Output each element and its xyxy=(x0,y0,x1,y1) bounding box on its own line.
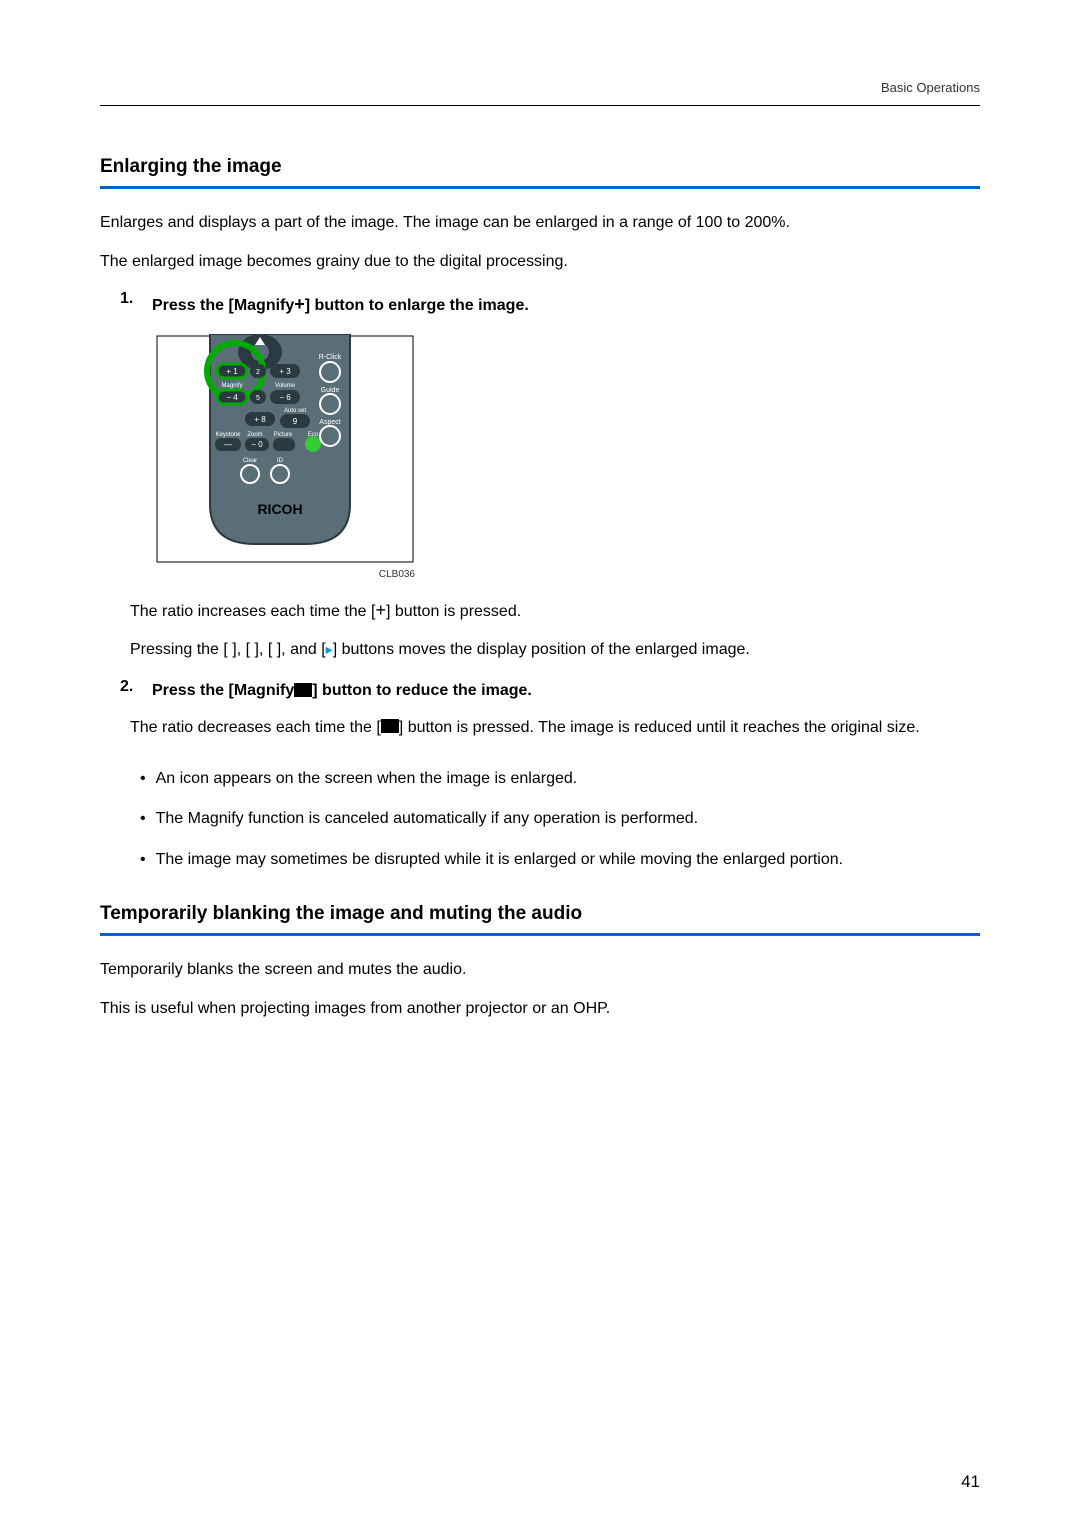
svg-text:5: 5 xyxy=(256,395,260,402)
header-category: Basic Operations xyxy=(881,80,980,95)
step-1: 1. Press the [Magnify+] button to enlarg… xyxy=(120,290,980,319)
svg-text:Auto set: Auto set xyxy=(284,408,306,414)
svg-text:− 0: − 0 xyxy=(251,440,263,449)
blanking-para2: This is useful when projecting images fr… xyxy=(100,995,980,1022)
svg-text:Keystone: Keystone xyxy=(215,432,241,438)
minus-mask-icon xyxy=(381,719,399,733)
step-1-title: Press the [Magnify+] button to enlarge t… xyxy=(152,290,980,319)
remote-control-illustration: + 1 Magnify − 4 2 5 + 3 Volume − 6 xyxy=(155,334,415,564)
svg-text:Zoom: Zoom xyxy=(247,432,262,438)
step-2-title: Press the [Magnify] button to reduce the… xyxy=(152,678,980,704)
step-1-desc2: Pressing the [ ], [ ], [ ], and [▸] butt… xyxy=(130,636,980,663)
svg-text:—: — xyxy=(224,440,232,449)
step-2: 2. Press the [Magnify] button to reduce … xyxy=(120,678,980,704)
svg-text:− 4: − 4 xyxy=(226,393,238,402)
arrow-right-icon: ▸ xyxy=(326,641,333,657)
svg-text:ID: ID xyxy=(277,458,284,464)
notes-list: • An icon appears on the screen when the… xyxy=(140,766,980,873)
svg-text:Volume: Volume xyxy=(275,383,296,389)
svg-text:Aspect: Aspect xyxy=(319,419,340,426)
svg-text:2: 2 xyxy=(256,369,260,376)
plus-icon: + xyxy=(294,294,305,314)
page-number: 41 xyxy=(961,1472,980,1492)
figure-caption: CLB036 xyxy=(155,569,415,580)
svg-text:Clear: Clear xyxy=(243,458,257,464)
magnify-buttons: + 1 Magnify − 4 xyxy=(217,364,247,404)
enlarging-para2: The enlarged image becomes grainy due to… xyxy=(100,248,980,275)
svg-text:+ 3: + 3 xyxy=(279,367,291,376)
page-header: Basic Operations xyxy=(100,80,980,106)
minus-mask-icon xyxy=(294,683,312,697)
svg-text:9: 9 xyxy=(293,417,298,426)
svg-text:− 6: − 6 xyxy=(279,393,291,402)
ricoh-logo: RICOH xyxy=(257,501,302,517)
plus-icon: + xyxy=(375,600,386,620)
section-enlarging-heading: Enlarging the image xyxy=(100,156,980,189)
enlarging-para1: Enlarges and displays a part of the imag… xyxy=(100,209,980,236)
svg-text:+ 1: + 1 xyxy=(226,367,238,376)
step-2-num: 2. xyxy=(120,678,140,704)
svg-text:+ 8: + 8 xyxy=(254,415,266,424)
section-blanking-heading: Temporarily blanking the image and mutin… xyxy=(100,903,980,936)
bullet-icon: • xyxy=(140,766,146,792)
step-2-desc: The ratio decreases each time the [] but… xyxy=(130,714,980,741)
step-1-desc1: The ratio increases each time the [+] bu… xyxy=(130,595,980,626)
bullet-icon: • xyxy=(140,847,146,873)
bullet-icon: • xyxy=(140,806,146,832)
blanking-para1: Temporarily blanks the screen and mutes … xyxy=(100,956,980,983)
list-item: • An icon appears on the screen when the… xyxy=(140,766,980,792)
remote-figure: + 1 Magnify − 4 2 5 + 3 Volume − 6 xyxy=(155,334,980,564)
svg-text:Guide: Guide xyxy=(321,387,340,394)
step-1-num: 1. xyxy=(120,290,140,319)
svg-text:Picture: Picture xyxy=(274,432,293,438)
list-item: • The Magnify function is canceled autom… xyxy=(140,806,980,832)
svg-text:Magnify: Magnify xyxy=(221,383,242,389)
svg-text:R-Click: R-Click xyxy=(319,354,342,361)
list-item: • The image may sometimes be disrupted w… xyxy=(140,847,980,873)
